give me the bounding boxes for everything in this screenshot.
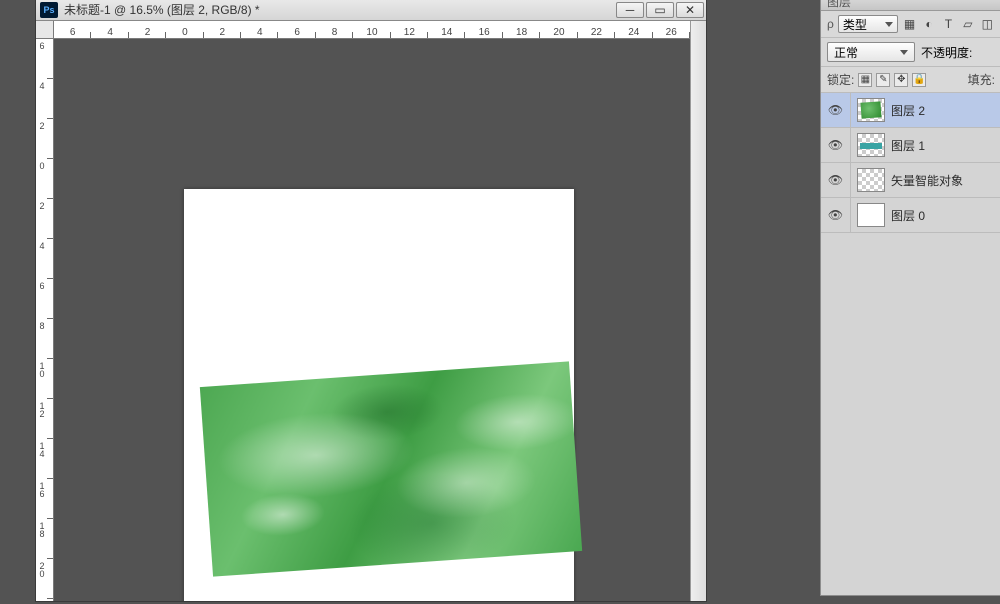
layer-row[interactable]: 👁 图层 2 [821, 93, 1000, 128]
ruler-tick: 6 [54, 27, 91, 38]
horizontal-ruler[interactable]: 64202468101214161820222426 [54, 21, 690, 39]
visibility-toggle-icon[interactable]: 👁 [821, 93, 851, 127]
lock-all-icon[interactable]: 🔒 [912, 73, 926, 87]
layer-row[interactable]: 👁 图层 1 [821, 128, 1000, 163]
vertical-ruler[interactable]: 64202468101214161820 [36, 39, 54, 601]
title-left: Ps 未标题-1 @ 16.5% (图层 2, RGB/8) * [36, 1, 260, 18]
vertical-scrollbar[interactable] [690, 21, 706, 601]
document-title: 未标题-1 @ 16.5% (图层 2, RGB/8) * [64, 1, 260, 18]
maximize-button[interactable]: ▭ [646, 2, 674, 18]
filter-type-label: 类型 [843, 16, 867, 33]
blend-opacity-row: 正常 不透明度: [821, 38, 1000, 67]
ruler-tick: 0 [166, 27, 203, 38]
ruler-tick: 8 [316, 27, 353, 38]
ruler-tick: 2 [129, 27, 166, 38]
ruler-tick: 6 [278, 27, 315, 38]
ruler-tick: 2 [36, 119, 53, 159]
close-button[interactable]: ✕ [676, 2, 704, 18]
lock-fill-row: 锁定: ▦ ✎ ✥ 🔒 填充: [821, 67, 1000, 93]
titlebar: Ps 未标题-1 @ 16.5% (图层 2, RGB/8) * ─ ▭ ✕ [36, 0, 706, 21]
blend-mode-select[interactable]: 正常 [827, 42, 915, 62]
ruler-tick: 20 [540, 27, 577, 38]
layer-row[interactable]: 👁 矢量智能对象 [821, 163, 1000, 198]
ruler-tick: 24 [615, 27, 652, 38]
ruler-tick: 16 [465, 27, 502, 38]
type-filter-icon[interactable]: T [941, 16, 956, 32]
filter-type-select[interactable]: 类型 [838, 15, 898, 33]
layer-name: 矢量智能对象 [891, 172, 963, 189]
layer-name: 图层 2 [891, 102, 925, 119]
ruler-tick: 4 [241, 27, 278, 38]
fill-label: 填充: [968, 71, 995, 88]
ruler-tick: 18 [36, 519, 53, 559]
ruler-corner [36, 21, 54, 39]
layers-panel: 图层 ρ 类型 ▦ ◐ T ▱ ◫ 正常 不透明度: 锁定: ▦ ✎ ✥ 🔒 填… [820, 0, 1000, 596]
image-filter-icon[interactable]: ▦ [902, 16, 917, 32]
layer-thumbnail [857, 168, 885, 192]
layer-thumbnail [857, 133, 885, 157]
panel-tab-layers[interactable]: 图层 [827, 0, 851, 10]
lock-pixel-icon[interactable]: ✎ [876, 73, 890, 87]
ruler-tick: 4 [36, 239, 53, 279]
minimize-button[interactable]: ─ [616, 2, 644, 18]
layer-thumbnail [857, 98, 885, 122]
ruler-tick: 20 [36, 559, 53, 599]
ruler-tick: 16 [36, 479, 53, 519]
ruler-tick: 4 [91, 27, 128, 38]
visibility-toggle-icon[interactable]: 👁 [821, 128, 851, 162]
opacity-label: 不透明度: [921, 44, 972, 61]
layer-list: 👁 图层 2 👁 图层 1 👁 矢量智能对象 👁 图层 0 [821, 93, 1000, 233]
ruler-tick: 2 [36, 199, 53, 239]
panel-tab-bar: 图层 [821, 0, 1000, 11]
layer-content-marble [200, 361, 582, 576]
canvas-area[interactable] [54, 39, 690, 601]
ruler-tick: 4 [36, 79, 53, 119]
chevron-down-icon [885, 22, 893, 27]
ruler-tick: 12 [36, 399, 53, 439]
ruler-tick: 2 [204, 27, 241, 38]
app-badge: Ps [40, 2, 58, 18]
ruler-tick: 14 [36, 439, 53, 479]
lock-position-icon[interactable]: ✥ [894, 73, 908, 87]
visibility-toggle-icon[interactable]: 👁 [821, 163, 851, 197]
ruler-tick: 22 [578, 27, 615, 38]
smart-filter-icon[interactable]: ◫ [980, 16, 995, 32]
ruler-tick: 26 [653, 27, 690, 38]
layer-thumbnail [857, 203, 885, 227]
ruler-tick: 12 [391, 27, 428, 38]
ruler-tick: 10 [353, 27, 390, 38]
window-controls: ─ ▭ ✕ [616, 2, 706, 18]
ruler-tick: 8 [36, 319, 53, 359]
document-window: Ps 未标题-1 @ 16.5% (图层 2, RGB/8) * ─ ▭ ✕ 6… [35, 0, 707, 602]
ruler-tick: 14 [428, 27, 465, 38]
lock-label: 锁定: [827, 71, 854, 88]
blend-mode-value: 正常 [834, 44, 858, 61]
lock-transparent-icon[interactable]: ▦ [858, 73, 872, 87]
ruler-tick: 0 [36, 159, 53, 199]
layer-row[interactable]: 👁 图层 0 [821, 198, 1000, 233]
ruler-tick: 18 [503, 27, 540, 38]
layer-name: 图层 1 [891, 137, 925, 154]
chevron-down-icon [900, 50, 908, 55]
visibility-toggle-icon[interactable]: 👁 [821, 198, 851, 232]
layer-filter-row: ρ 类型 ▦ ◐ T ▱ ◫ [821, 11, 1000, 38]
ruler-tick: 6 [36, 279, 53, 319]
ruler-tick: 6 [36, 39, 53, 79]
ruler-tick: 10 [36, 359, 53, 399]
shape-filter-icon[interactable]: ▱ [960, 16, 975, 32]
adjust-filter-icon[interactable]: ◐ [921, 16, 936, 32]
layer-name: 图层 0 [891, 207, 925, 224]
